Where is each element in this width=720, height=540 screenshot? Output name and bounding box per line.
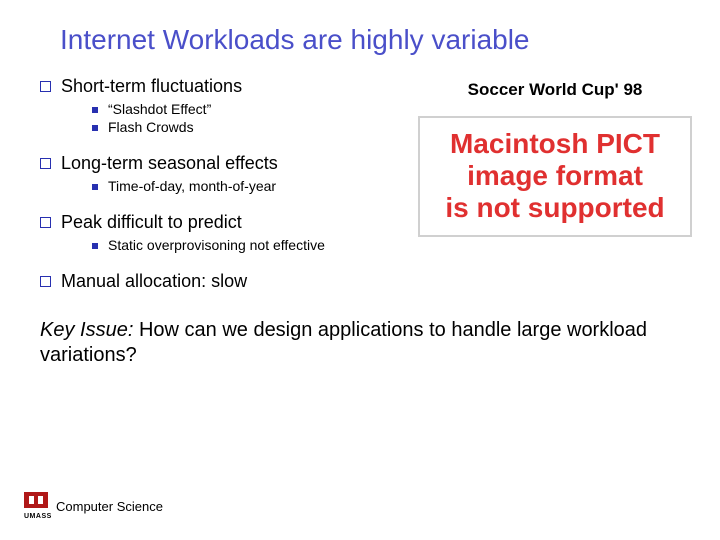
bullet-l1: Long-term seasonal effects [40,153,410,174]
key-issue: Key Issue: How can we design application… [0,310,720,368]
hollow-square-icon [40,158,51,169]
logo-short-text: UMASS [24,513,52,520]
bullet-l1: Short-term fluctuations [40,76,410,97]
placeholder-line: image format [426,160,684,192]
bullet-l1-text: Long-term seasonal effects [61,153,278,174]
right-column: Soccer World Cup' 98 Macintosh PICT imag… [410,76,700,310]
bullet-l1: Peak difficult to predict [40,212,410,233]
solid-square-icon [92,125,98,131]
bullet-column: Short-term fluctuations “Slashdot Effect… [40,76,410,310]
bullet-block: Manual allocation: slow [40,271,410,292]
missing-image-placeholder: Macintosh PICT image format is not suppo… [418,116,692,237]
footer-dept: Computer Science [56,499,163,514]
bullet-l2: Time-of-day, month-of-year [92,178,410,194]
placeholder-line: is not supported [426,192,684,224]
hollow-square-icon [40,81,51,92]
bullet-block: Peak difficult to predict Static overpro… [40,212,410,253]
bullet-l1-text: Short-term fluctuations [61,76,242,97]
key-issue-label: Key Issue: [40,319,133,341]
hollow-square-icon [40,276,51,287]
bullet-block: Long-term seasonal effects Time-of-day, … [40,153,410,194]
bullet-l2-text: Static overprovisoning not effective [108,237,325,253]
bullet-l1-text: Manual allocation: slow [61,271,247,292]
content-row: Short-term fluctuations “Slashdot Effect… [0,56,720,310]
bullet-l1-text: Peak difficult to predict [61,212,242,233]
solid-square-icon [92,243,98,249]
slide-title: Internet Workloads are highly variable [0,0,720,56]
hollow-square-icon [40,217,51,228]
bullet-l2: “Slashdot Effect” [92,101,410,117]
slide-footer: UMASS Computer Science [24,492,163,520]
bullet-l1: Manual allocation: slow [40,271,410,292]
bullet-l2: Flash Crowds [92,119,410,135]
solid-square-icon [92,107,98,113]
bullet-block: Short-term fluctuations “Slashdot Effect… [40,76,410,135]
bullet-l2-text: “Slashdot Effect” [108,101,211,117]
chart-caption: Soccer World Cup' 98 [410,80,700,100]
umass-logo-icon: UMASS [24,492,48,520]
placeholder-line: Macintosh PICT [426,128,684,160]
bullet-l2-text: Flash Crowds [108,119,194,135]
solid-square-icon [92,184,98,190]
bullet-l2: Static overprovisoning not effective [92,237,410,253]
bullet-l2-text: Time-of-day, month-of-year [108,178,276,194]
